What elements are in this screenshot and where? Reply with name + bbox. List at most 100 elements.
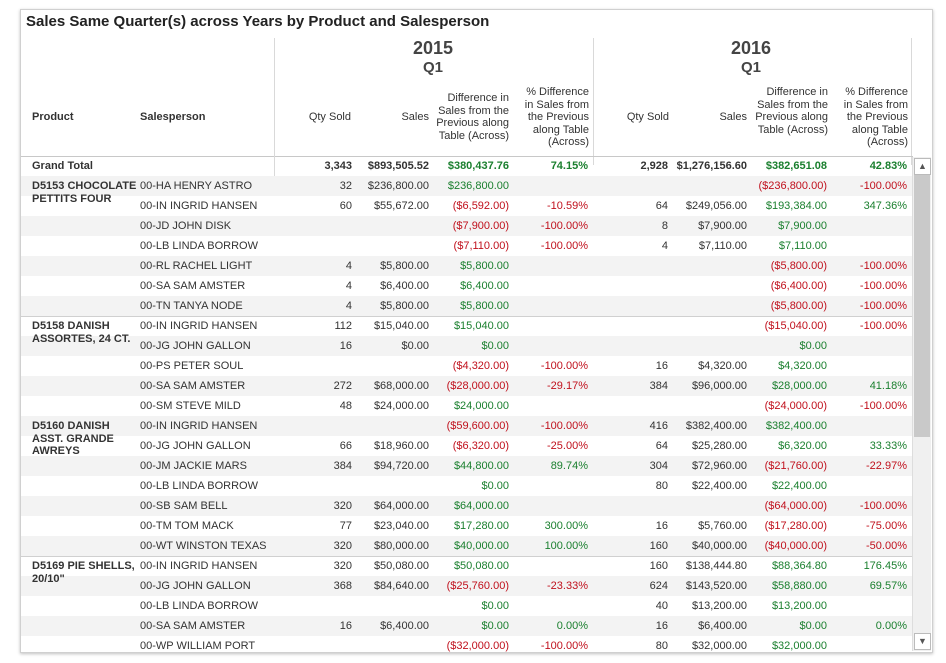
pct-2015-cell[interactable]: -100.00% xyxy=(541,636,588,652)
diff-2016-cell[interactable]: ($17,280.00) xyxy=(765,516,827,536)
qty-header-2015[interactable]: Qty Sold xyxy=(291,111,351,124)
table-row[interactable]: 00-JG JOHN GALLON 368 $84,640.00 ($25,760.0… xyxy=(21,576,913,596)
table-row[interactable]: 00-LB LINDA BORROW $0.00 80 $22,400.00 $22,4… xyxy=(21,476,913,496)
sales-2016-cell[interactable]: $22,400.00 xyxy=(692,476,747,496)
qty-2015-cell[interactable]: 320 xyxy=(334,536,352,556)
salesperson-cell[interactable]: 00-WP WILLIAM PORT xyxy=(140,636,255,652)
qty-2016-cell[interactable]: 416 xyxy=(650,416,668,436)
qty-2015-cell[interactable]: 368 xyxy=(334,576,352,596)
sales-header-2016[interactable]: Sales xyxy=(689,111,747,124)
diff-2015-cell[interactable]: ($32,000.00) xyxy=(447,636,509,652)
scroll-down-icon[interactable]: ▼ xyxy=(914,633,931,650)
pct-2015-cell[interactable]: -29.17% xyxy=(547,376,588,396)
pct-header-2015[interactable]: % Difference in Sales from the Previous … xyxy=(519,86,589,149)
table-row[interactable]: 00-LB LINDA BORROW $0.00 40 $13,200.00 $13,2… xyxy=(21,596,913,616)
sales-2016-cell[interactable]: $138,444.80 xyxy=(686,556,747,576)
salesperson-cell[interactable]: 00-HA HENRY ASTRO xyxy=(140,176,252,196)
diff-2015-cell[interactable]: $15,040.00 xyxy=(454,316,509,336)
qty-2016-cell[interactable]: 160 xyxy=(650,556,668,576)
qty-2016-cell[interactable]: 64 xyxy=(656,196,668,216)
pct-2016-cell[interactable]: -100.00% xyxy=(860,256,907,276)
salesperson-cell[interactable]: 00-SA SAM AMSTER xyxy=(140,616,245,636)
salesperson-cell[interactable]: 00-SM STEVE MILD xyxy=(140,396,241,416)
table-row[interactable]: 00-TM TOM MACK 77 $23,040.00 $17,280.00 300.… xyxy=(21,516,913,536)
sales-2015-cell[interactable]: $94,720.00 xyxy=(374,456,429,476)
diff-2015-cell[interactable]: $24,000.00 xyxy=(454,396,509,416)
sales-2015-cell[interactable]: $50,080.00 xyxy=(374,556,429,576)
vertical-scrollbar[interactable]: ▲ ▼ xyxy=(912,157,931,651)
sales-2015-cell[interactable]: $18,960.00 xyxy=(374,436,429,456)
product-cell[interactable]: D5169 PIE SHELLS, 20/10" xyxy=(32,560,142,585)
table-row[interactable]: 00-WT WINSTON TEXAS 320 $80,000.00 $40,000.… xyxy=(21,536,913,556)
sales-2016-cell[interactable]: $249,056.00 xyxy=(686,196,747,216)
qty-2016-cell[interactable]: 16 xyxy=(656,616,668,636)
sales-2016-cell[interactable]: $7,110.00 xyxy=(699,236,747,256)
table-row[interactable]: 00-JD JOHN DISK ($7,900.00) -100.00% 8 $7,90… xyxy=(21,216,913,236)
qty-2015-cell[interactable]: 66 xyxy=(340,436,352,456)
diff-2016-cell[interactable]: $0.00 xyxy=(799,336,827,356)
table-row[interactable]: 00-JM JACKIE MARS 384 $94,720.00 $44,800.00… xyxy=(21,456,913,476)
table-row[interactable]: 00-IN INGRID HANSEN 112 $15,040.00 $15,040.… xyxy=(21,316,913,336)
salesperson-cell[interactable]: 00-IN INGRID HANSEN xyxy=(140,556,257,576)
diff-2015-cell[interactable]: ($25,760.00) xyxy=(447,576,509,596)
sales-2015-cell[interactable]: $84,640.00 xyxy=(374,576,429,596)
diff-2016-cell[interactable]: $6,320.00 xyxy=(778,436,827,456)
product-cell[interactable]: D5158 DANISH ASSORTES, 24 CT. xyxy=(32,320,142,345)
table-row[interactable]: 00-RL RACHEL LIGHT 4 $5,800.00 $5,800.00 ($5… xyxy=(21,256,913,276)
pct-2016-cell[interactable]: -100.00% xyxy=(860,316,907,336)
qty-2016-cell[interactable]: 2,928 xyxy=(640,156,668,176)
sales-2016-cell[interactable]: $1,276,156.60 xyxy=(677,156,747,176)
table-row[interactable]: 00-SM STEVE MILD 48 $24,000.00 $24,000.00 ($… xyxy=(21,396,913,416)
salesperson-cell[interactable]: 00-RL RACHEL LIGHT xyxy=(140,256,252,276)
salesperson-cell[interactable]: 00-SA SAM AMSTER xyxy=(140,276,245,296)
sales-2016-cell[interactable]: $4,320.00 xyxy=(698,356,747,376)
pct-2015-cell[interactable]: 74.15% xyxy=(551,156,588,176)
sales-2016-cell[interactable]: $32,000.00 xyxy=(692,636,747,652)
product-cell[interactable]: D5153 CHOCOLATE PETTITS FOUR xyxy=(32,180,142,205)
diff-2016-cell[interactable]: $4,320.00 xyxy=(778,356,827,376)
qty-2016-cell[interactable]: 80 xyxy=(656,636,668,652)
table-row[interactable]: 00-SA SAM AMSTER 16 $6,400.00 $0.00 0.00% 16 $… xyxy=(21,616,913,636)
pct-2016-cell[interactable]: -100.00% xyxy=(860,296,907,316)
qty-2016-cell[interactable]: 384 xyxy=(650,376,668,396)
diff-2016-cell[interactable]: $193,384.00 xyxy=(766,196,827,216)
diff-2015-cell[interactable]: $0.00 xyxy=(481,336,509,356)
sales-2015-cell[interactable]: $68,000.00 xyxy=(374,376,429,396)
pct-2015-cell[interactable]: -100.00% xyxy=(541,416,588,436)
diff-2015-cell[interactable]: $0.00 xyxy=(481,596,509,616)
sales-2015-cell[interactable]: $5,800.00 xyxy=(380,256,429,276)
diff-2016-cell[interactable]: ($40,000.00) xyxy=(765,536,827,556)
diff-2016-cell[interactable]: $7,900.00 xyxy=(778,216,827,236)
diff-2016-cell[interactable]: $88,364.80 xyxy=(772,556,827,576)
grand-total-row[interactable]: Grand Total 3,343 $893,505.52 $380,437.76 74… xyxy=(21,156,913,176)
diff-header-2016[interactable]: Difference in Sales from the Previous al… xyxy=(751,86,828,136)
pct-2016-cell[interactable]: 69.57% xyxy=(870,576,907,596)
diff-2016-cell[interactable]: $22,400.00 xyxy=(772,476,827,496)
sales-2016-cell[interactable]: $96,000.00 xyxy=(692,376,747,396)
qty-header-2016[interactable]: Qty Sold xyxy=(609,111,669,124)
pct-header-2016[interactable]: % Difference in Sales from the Previous … xyxy=(836,86,908,149)
diff-2015-cell[interactable]: $0.00 xyxy=(481,476,509,496)
qty-2015-cell[interactable]: 384 xyxy=(334,456,352,476)
diff-2016-cell[interactable]: $28,000.00 xyxy=(772,376,827,396)
sales-2015-cell[interactable]: $64,000.00 xyxy=(374,496,429,516)
qty-2015-cell[interactable]: 16 xyxy=(340,336,352,356)
pct-2016-cell[interactable]: -50.00% xyxy=(866,536,907,556)
sales-2016-cell[interactable]: $382,400.00 xyxy=(686,416,747,436)
year-header-2015[interactable]: 2015 xyxy=(393,38,473,59)
qty-2015-cell[interactable]: 32 xyxy=(340,176,352,196)
pct-2015-cell[interactable]: -100.00% xyxy=(541,236,588,256)
diff-2015-cell[interactable]: ($59,600.00) xyxy=(447,416,509,436)
salesperson-cell[interactable]: 00-JD JOHN DISK xyxy=(140,216,231,236)
diff-2016-cell[interactable]: ($6,400.00) xyxy=(771,276,827,296)
diff-2015-cell[interactable]: $380,437.76 xyxy=(448,156,509,176)
quarter-header-2016[interactable]: Q1 xyxy=(711,59,791,76)
qty-2016-cell[interactable]: 40 xyxy=(656,596,668,616)
quarter-header-2015[interactable]: Q1 xyxy=(393,59,473,76)
qty-2015-cell[interactable]: 4 xyxy=(346,276,352,296)
pct-2015-cell[interactable]: 300.00% xyxy=(545,516,588,536)
diff-2015-cell[interactable]: $64,000.00 xyxy=(454,496,509,516)
diff-2015-cell[interactable]: ($28,000.00) xyxy=(447,376,509,396)
qty-2015-cell[interactable]: 112 xyxy=(334,316,352,336)
diff-2016-cell[interactable]: ($5,800.00) xyxy=(771,256,827,276)
